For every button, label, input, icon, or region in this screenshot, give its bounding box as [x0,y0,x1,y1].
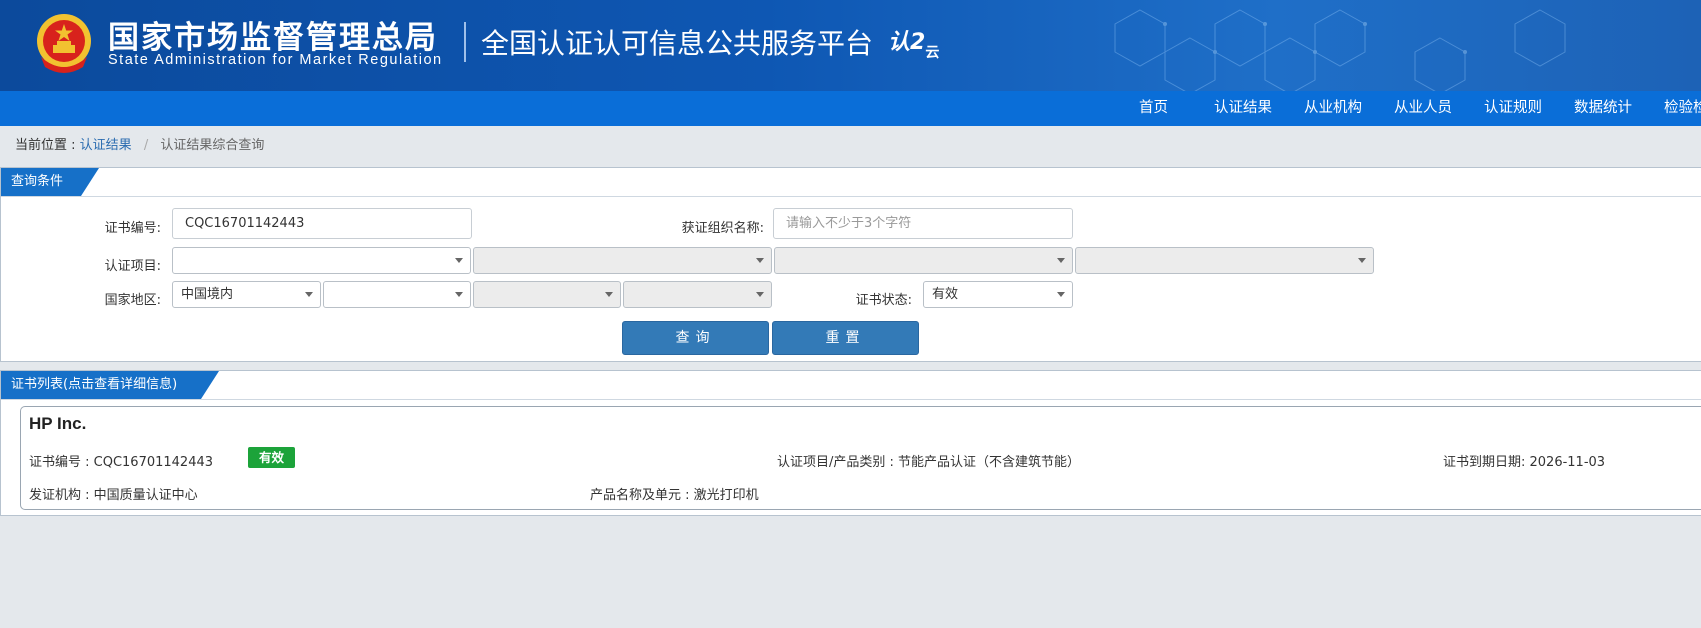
site-header: 国家市场监督管理总局 State Administration for Mark… [0,0,1701,91]
region-select-2[interactable] [323,281,471,308]
chevron-down-icon [756,258,764,263]
brand-logo-main: 认2 [888,30,926,55]
status-select-value: 有效 [932,287,959,302]
chevron-down-icon [455,258,463,263]
chevron-down-icon [305,292,313,297]
chevron-down-icon [1358,258,1366,263]
main-nav: 首页 认证结果 从业机构 从业人员 认证规则 数据统计 检验检 [0,91,1701,126]
nav-item-institutions[interactable]: 从业机构 [1304,91,1362,126]
region-label: 国家地区: [104,293,161,308]
status-label: 证书状态: [855,293,912,308]
national-emblem-icon [37,14,91,73]
results-panel-header: 证书列表(点击查看详细信息) [1,371,1701,400]
breadcrumb-separator: / [143,138,149,153]
project-label: 认证项目: [104,259,161,274]
breadcrumb-link[interactable]: 认证结果 [80,138,132,153]
chevron-down-icon [1057,292,1065,297]
breadcrumb: 当前位置 : 认证结果 / 认证结果综合查询 [15,134,264,153]
result-cert-no: 证书编号 : CQC16701142443 [29,455,214,470]
project-select-3[interactable] [774,247,1073,274]
org-name-cn: 国家市场监督管理总局 [108,20,438,56]
cert-no-input[interactable]: CQC16701142443 [172,208,472,239]
cert-no-label: 证书编号: [104,221,161,236]
status-badge: 有效 [248,447,295,468]
chevron-down-icon [756,292,764,297]
reset-button[interactable]: 重置 [772,321,919,355]
nav-item-cert-rules[interactable]: 认证规则 [1484,91,1542,126]
nav-item-cert-results[interactable]: 认证结果 [1214,91,1272,126]
nav-item-inspection[interactable]: 检验检 [1664,91,1701,126]
result-issuer: 发证机构 : 中国质量认证中心 [29,488,198,503]
header-divider [464,22,466,62]
platform-title: 全国认证认可信息公共服务平台 [481,27,874,60]
chevron-down-icon [605,292,613,297]
query-panel-title: 查询条件 [11,174,64,189]
breadcrumb-prefix: 当前位置 : [15,138,76,153]
brand-logo-sub: 云 [925,45,940,61]
result-card[interactable]: HP Inc. 证书编号 : CQC16701142443 有效 认证项目/产品… [20,406,1701,510]
chevron-down-icon [455,292,463,297]
query-panel-header: 查询条件 [1,168,1701,197]
hexagon-pattern-decoration [1114,9,1566,91]
chevron-down-icon [1057,258,1065,263]
nav-item-home[interactable]: 首页 [1139,91,1168,126]
query-button[interactable]: 查询 [622,321,769,355]
org-name-input[interactable]: 请输入不少于3个字符 [773,208,1073,239]
nav-item-personnel[interactable]: 从业人员 [1394,91,1452,126]
org-name-en: State Administration for Market Regulati… [108,52,443,68]
nav-item-statistics[interactable]: 数据统计 [1574,91,1632,126]
region-select-3[interactable] [473,281,621,308]
status-select[interactable]: 有效 [923,281,1073,308]
result-project: 认证项目/产品类别 : 节能产品认证（不含建筑节能） [777,455,1081,470]
project-select-2[interactable] [473,247,772,274]
project-select-4[interactable] [1075,247,1374,274]
breadcrumb-current: 认证结果综合查询 [160,138,265,153]
region-select-4[interactable] [623,281,772,308]
result-card-title[interactable]: HP Inc. [29,414,86,434]
org-name-label: 获证组织名称: [681,221,764,236]
result-product: 产品名称及单元 : 激光打印机 [590,488,759,503]
region-select-value: 中国境内 [181,287,234,302]
region-select-1[interactable]: 中国境内 [172,281,321,308]
brand-logo: 认2云 [888,24,939,61]
project-select-1[interactable] [172,247,471,274]
result-expiry: 证书到期日期: 2026-11-03 [1443,455,1606,470]
results-panel-title: 证书列表(点击查看详细信息) [11,377,178,392]
